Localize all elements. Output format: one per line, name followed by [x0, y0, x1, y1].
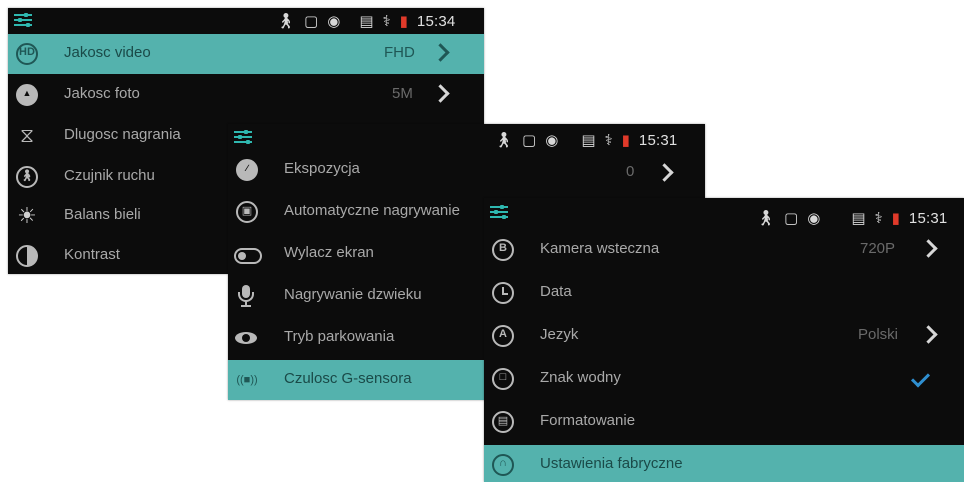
- menu-item-factory-reset[interactable]: ∩ Ustawienia fabryczne: [484, 445, 964, 482]
- sd-card-status-icon: ▤: [359, 13, 374, 30]
- checkmark-icon[interactable]: [910, 368, 931, 388]
- exposure-icon: ∕: [236, 159, 258, 181]
- chevron-right-icon: [431, 84, 450, 103]
- menu-item-label: Dlugosc nagrania: [64, 126, 181, 143]
- menu-item-rear-camera[interactable]: B Kamera wsteczna 720P: [484, 230, 964, 270]
- contrast-icon: [16, 245, 38, 267]
- menu-item-label: Formatowanie: [540, 412, 636, 429]
- hd-icon: HD: [16, 43, 38, 65]
- menu-item-label: Ekspozycja: [284, 160, 360, 177]
- mic-status-icon: ⚕: [382, 13, 391, 30]
- menu-item-label: Znak wodny: [540, 369, 621, 386]
- menu-item-label: Jezyk: [540, 326, 579, 343]
- battery-status-icon: ▮: [891, 210, 900, 227]
- status-time: 15:34: [416, 12, 456, 30]
- menu-item-photo-quality[interactable]: ▲ Jakosc foto 5M: [8, 75, 484, 115]
- lock-icon: ▣: [236, 201, 258, 223]
- status-time: 15:31: [638, 131, 678, 149]
- motion-status-icon: 🚶︎: [494, 132, 514, 149]
- factory-reset-icon: ∩: [492, 454, 514, 476]
- menu-item-label: Kontrast: [64, 246, 120, 263]
- menu-item-value: 720P: [860, 240, 896, 257]
- menu-item-value: FHD: [384, 44, 415, 61]
- menu-item-label: Czujnik ruchu: [64, 167, 155, 184]
- chevron-right-icon: [919, 239, 938, 258]
- menu-item-label: Data: [540, 283, 572, 300]
- clock-icon: [492, 282, 514, 304]
- menu-item-language[interactable]: A Jezyk Polski: [484, 316, 964, 356]
- menu-item-label: Automatyczne nagrywanie: [284, 202, 460, 219]
- parking-eye-status-icon: ◉: [807, 210, 821, 227]
- photo-icon: ▲: [16, 84, 38, 106]
- language-icon: A: [492, 325, 514, 347]
- menu-item-format[interactable]: ▤ Formatowanie: [484, 402, 964, 442]
- eye-icon: [235, 327, 258, 349]
- mic-status-icon: ⚕: [604, 132, 613, 149]
- menu-item-value: Polski: [858, 326, 899, 343]
- hourglass-icon: ⧖: [19, 125, 35, 147]
- battery-status-icon: ▮: [399, 13, 408, 30]
- menu-item-exposure[interactable]: ∕ Ekspozycja: [228, 150, 705, 190]
- microphone-icon: [236, 285, 258, 307]
- watermark-icon: □: [492, 368, 514, 390]
- menu-item-label: Jakosc foto: [64, 85, 140, 102]
- menu-item-label: Wylacz ekran: [284, 244, 374, 261]
- motion-sensor-icon: 🚶︎: [16, 166, 38, 188]
- chevron-right-icon: [431, 43, 450, 62]
- sun-icon: ☀: [17, 203, 37, 228]
- g-sensor-icon: ((■)): [236, 374, 258, 386]
- status-bar: 🚶︎ ▢ ◉ ▤ ⚕ ▮ 15:31: [228, 124, 705, 150]
- parking-eye-status-icon: ◉: [545, 132, 559, 149]
- parking-eye-status-icon: ◉: [327, 13, 341, 30]
- chevron-right-icon: [919, 325, 938, 344]
- menu-item-watermark[interactable]: □ Znak wodny: [484, 359, 964, 399]
- menu-item-label: Nagrywanie dzwieku: [284, 286, 422, 303]
- settings-menu-icon[interactable]: [490, 204, 508, 220]
- menu-item-value: 5M: [392, 85, 413, 102]
- motion-status-icon: 🚶︎: [276, 13, 296, 30]
- status-time: 15:31: [908, 209, 948, 227]
- menu-item-label: Tryb parkowania: [284, 328, 395, 345]
- headset-status-icon: ▢: [784, 210, 799, 227]
- menu-item-video-quality[interactable]: HD Jakosc video FHD: [8, 34, 484, 74]
- menu-item-label: Balans bieli: [64, 206, 141, 223]
- toggle-icon: [234, 243, 262, 265]
- battery-status-icon: ▮: [621, 132, 630, 149]
- sd-card-status-icon: ▤: [581, 132, 596, 149]
- status-bar: 🚶︎ ▢ ◉ ▤ ⚕ ▮ 15:34: [8, 8, 484, 34]
- menu-item-label: Kamera wsteczna: [540, 240, 660, 257]
- format-icon: ▤: [492, 411, 514, 433]
- settings-menu-icon[interactable]: [14, 12, 32, 28]
- sd-card-status-icon: ▤: [851, 210, 866, 227]
- headset-status-icon: ▢: [522, 132, 537, 149]
- menu-item-label: Czulosc G-sensora: [284, 370, 412, 387]
- motion-status-icon: 🚶︎: [756, 210, 776, 227]
- mic-status-icon: ⚕: [874, 210, 883, 227]
- headset-status-icon: ▢: [304, 13, 319, 30]
- rear-camera-icon: B: [492, 239, 514, 261]
- menu-item-date[interactable]: Data: [484, 273, 964, 313]
- settings-menu-icon[interactable]: [234, 129, 252, 145]
- screen-system-settings: 🚶︎ ▢ ◉ ▤ ⚕ ▮ 15:31 B Kamera wsteczna 720…: [484, 198, 964, 482]
- status-bar: 🚶︎ ▢ ◉ ▤ ⚕ ▮ 15:31: [484, 198, 964, 227]
- menu-item-label: Ustawienia fabryczne: [540, 455, 683, 472]
- menu-item-label: Jakosc video: [64, 44, 151, 61]
